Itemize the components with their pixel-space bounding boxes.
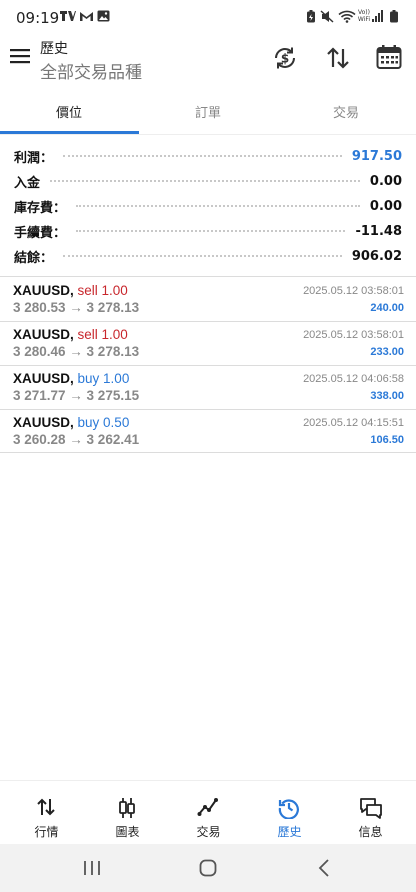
summary-label: 利潤：: [14, 150, 54, 166]
candlestick-chart-icon: [119, 798, 135, 818]
summary-value: 906.02: [351, 248, 402, 264]
trade-prices: 3 280.53 → 3 278.13: [13, 300, 140, 315]
summary-commission-row: 手續費： -11.48: [14, 219, 402, 243]
nav-label: 行情: [34, 825, 59, 839]
trade-time: 2025.05.12 03:58:01: [303, 329, 404, 341]
summary-label: 結餘：: [14, 250, 54, 266]
trade-side: buy 1.00: [77, 371, 130, 386]
menu-button[interactable]: [10, 48, 30, 64]
battery-icon: [390, 10, 398, 23]
currency-convert-button[interactable]: $: [272, 45, 298, 71]
gallery-icon: [97, 10, 110, 22]
summary-value: 0.00: [369, 198, 402, 214]
wifi-icon: [338, 10, 356, 23]
summary-swap-row: 庫存費： 0.00: [14, 194, 402, 218]
dotted-leader: [76, 205, 360, 207]
nav-label: 歷史: [277, 825, 302, 839]
signal-icon: [372, 10, 383, 22]
summary-value: 0.00: [369, 173, 402, 189]
trade-row[interactable]: XAUUSD, sell 1.00 3 280.53 → 3 278.13 20…: [0, 277, 416, 321]
battery-saver-icon: [307, 10, 315, 23]
trade-side: sell 1.00: [77, 283, 128, 298]
summary-profit-row: 利潤： 917.50: [14, 144, 402, 168]
trade-symbol: XAUUSD,: [13, 327, 74, 342]
trade-prices: 3 280.46 → 3 278.13: [13, 344, 140, 359]
recent-apps-icon[interactable]: [83, 860, 101, 876]
status-bar: 09:19 Vo)) WiFi: [0, 0, 416, 34]
nav-label: 圖表: [115, 825, 140, 839]
sort-arrows-icon: [327, 47, 349, 69]
summary-value: 917.50: [351, 148, 402, 164]
nav-messages[interactable]: 信息: [329, 781, 412, 845]
dotted-leader: [50, 180, 360, 182]
nav-label: 交易: [196, 825, 221, 839]
messages-icon: [360, 798, 382, 819]
volte-label: Vo)) WiFi: [357, 9, 371, 23]
trade-profit: 240.00: [370, 302, 404, 314]
dotted-leader: [76, 230, 346, 232]
trade-symbol: XAUUSD,: [13, 371, 74, 386]
nav-quotes[interactable]: 行情: [5, 781, 88, 845]
tab-positions[interactable]: 價位: [0, 102, 138, 121]
history-clock-icon: [278, 799, 299, 819]
back-icon[interactable]: [318, 859, 330, 877]
trade-line-icon: [197, 798, 218, 816]
trade-symbol: XAUUSD,: [13, 415, 74, 430]
row-divider: [0, 452, 416, 453]
home-icon[interactable]: [199, 859, 217, 877]
hamburger-menu-icon: [10, 49, 30, 64]
system-navigation-bar: [0, 844, 416, 892]
sort-button[interactable]: [325, 45, 351, 71]
trade-symbol: XAUUSD,: [13, 283, 74, 298]
tab-orders[interactable]: 訂單: [139, 102, 277, 121]
trade-prices: 3 260.28 → 3 262.41: [13, 432, 140, 447]
trade-row[interactable]: XAUUSD, buy 0.50 3 260.28 → 3 262.41 202…: [0, 409, 416, 453]
nav-trade[interactable]: 交易: [167, 781, 250, 845]
nav-label: 信息: [358, 825, 383, 839]
dotted-leader: [63, 155, 342, 157]
nav-charts[interactable]: 圖表: [86, 781, 169, 845]
summary-deposit-row: 入金 0.00: [14, 169, 402, 193]
summary-value: -11.48: [355, 223, 402, 239]
svg-text:$: $: [281, 52, 289, 66]
trade-row[interactable]: XAUUSD, sell 1.00 3 280.46 → 3 278.13 20…: [0, 321, 416, 365]
mute-icon: [320, 10, 334, 23]
summary-label: 入金: [14, 175, 41, 191]
symbol-filter[interactable]: 全部交易品種: [40, 58, 142, 83]
currency-refresh-icon: $: [275, 47, 295, 69]
summary-label: 庫存費：: [14, 200, 67, 216]
quotes-arrows-icon: [37, 798, 55, 816]
tab-deals[interactable]: 交易: [277, 102, 415, 121]
tab-divider: [0, 134, 416, 135]
status-time: 09:19: [16, 9, 60, 27]
trade-profit: 233.00: [370, 346, 404, 358]
summary-balance-row: 結餘： 906.02: [14, 244, 402, 268]
dotted-leader: [63, 255, 342, 257]
tradingview-icon: [60, 11, 76, 21]
trade-prices: 3 271.77 → 3 275.15: [13, 388, 140, 403]
gmail-icon: [80, 12, 93, 21]
calendar-icon: [376, 45, 402, 69]
bottom-navigation: 行情 圖表 交易 歷史 信息: [0, 780, 416, 844]
trade-side: sell 1.00: [77, 327, 128, 342]
nav-history[interactable]: 歷史: [248, 781, 331, 845]
trade-side: buy 0.50: [77, 415, 130, 430]
date-range-button[interactable]: [376, 44, 402, 70]
trade-row[interactable]: XAUUSD, buy 1.00 3 271.77 → 3 275.15 202…: [0, 365, 416, 409]
trade-time: 2025.05.12 03:58:01: [303, 285, 404, 297]
trade-profit: 106.50: [370, 434, 404, 446]
trade-time: 2025.05.12 04:06:58: [303, 373, 404, 385]
summary-label: 手續費：: [14, 225, 67, 241]
trade-time: 2025.05.12 04:15:51: [303, 417, 404, 429]
trade-profit: 338.00: [370, 390, 404, 402]
page-title: 歷史: [40, 41, 68, 57]
